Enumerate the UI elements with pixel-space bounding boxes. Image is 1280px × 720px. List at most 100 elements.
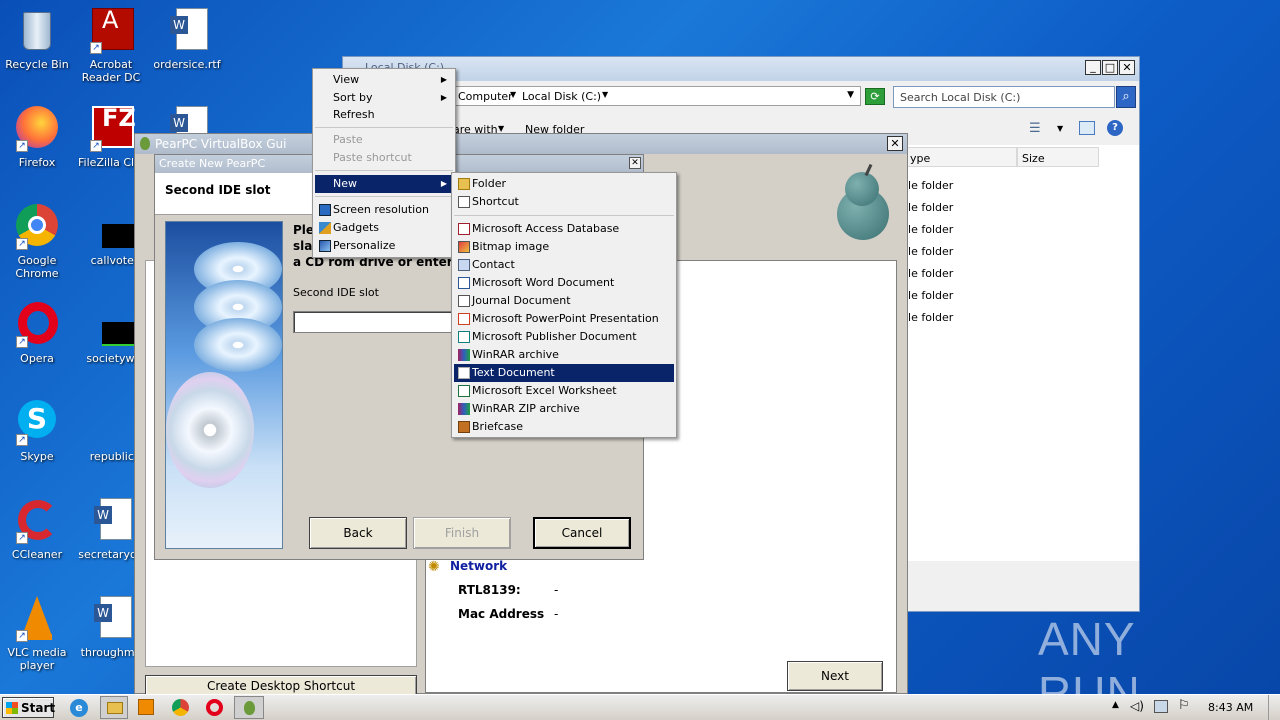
clock[interactable]: 8:43 AM — [1208, 701, 1253, 714]
show-desktop-button[interactable] — [1268, 695, 1280, 720]
help-icon[interactable]: ? — [1107, 120, 1123, 136]
menu-item-view[interactable]: View ▶ — [315, 71, 453, 89]
system-tray: ▲ ◁) ⚐ 8:43 AM — [1104, 695, 1280, 720]
column-header-size[interactable]: Size — [1017, 147, 1099, 167]
submenu-item-journal[interactable]: Journal Document — [454, 292, 674, 310]
taskbar-pearpc-icon[interactable] — [234, 696, 264, 719]
submenu-item-shortcut[interactable]: Shortcut — [454, 193, 674, 211]
menu-item-sort-by[interactable]: Sort by ▶ — [315, 89, 453, 107]
desktop-icon-skype[interactable]: S ↗ Skype — [0, 400, 74, 463]
view-options-icon[interactable]: ☰ — [1029, 121, 1041, 136]
column-header-type[interactable]: ype — [905, 147, 1017, 167]
journal-icon — [458, 295, 470, 307]
search-field[interactable]: Search Local Disk (C:) — [893, 86, 1115, 108]
table-row[interactable]: ile folder — [905, 201, 953, 214]
maximize-button[interactable]: □ — [1102, 60, 1118, 75]
desktop-icon-firefox[interactable]: ↗ Firefox — [0, 106, 74, 169]
personalize-icon — [319, 240, 331, 252]
menu-item-new[interactable]: New ▶ — [315, 175, 453, 193]
chevron-down-icon[interactable]: ▼ — [510, 90, 516, 99]
mac-address-label: Mac Address — [458, 607, 545, 621]
submenu-item-winrar-zip[interactable]: WinRAR ZIP archive — [454, 400, 674, 418]
close-button[interactable]: ✕ — [629, 157, 641, 169]
menu-item-label: Paste shortcut — [333, 151, 412, 164]
table-row[interactable]: ile folder — [905, 311, 953, 324]
filezilla-icon: FZ ↗ — [88, 106, 136, 152]
table-row[interactable]: ile folder — [905, 223, 953, 236]
preview-pane-icon[interactable] — [1079, 121, 1095, 135]
submenu-item-bitmap[interactable]: Bitmap image — [454, 238, 674, 256]
desktop-icon-vlc[interactable]: ↗ VLC media player — [0, 596, 74, 672]
submenu-item-publisher[interactable]: Microsoft Publisher Document — [454, 328, 674, 346]
taskbar-opera-icon[interactable] — [206, 699, 223, 716]
network-heading: Network — [450, 559, 508, 573]
gadgets-icon — [319, 222, 331, 234]
vlc-icon: ↗ — [14, 596, 60, 642]
breadcrumb-local-disk[interactable]: Local Disk (C:) — [522, 90, 601, 103]
windows-logo-icon — [6, 702, 18, 714]
taskbar: Start e ▲ ◁) ⚐ 8:43 AM — [0, 694, 1280, 720]
table-row[interactable]: ile folder — [905, 289, 953, 302]
chevron-down-icon[interactable]: ▼ — [498, 124, 504, 133]
table-row[interactable]: ile folder — [905, 179, 953, 192]
back-button[interactable]: Back — [309, 517, 407, 549]
desktop-icon-chrome[interactable]: ↗ Google Chrome — [0, 204, 74, 280]
minimize-button[interactable]: _ — [1085, 60, 1101, 75]
start-button[interactable]: Start — [2, 697, 55, 718]
submenu-item-excel[interactable]: Microsoft Excel Worksheet — [454, 382, 674, 400]
submenu-item-access-database[interactable]: Microsoft Access Database — [454, 220, 674, 238]
desktop-icon-ccleaner[interactable]: ↗ CCleaner — [0, 498, 74, 561]
cancel-button[interactable]: Cancel — [533, 517, 631, 549]
menu-item-gadgets[interactable]: Gadgets — [315, 219, 453, 237]
breadcrumb-computer[interactable]: Computer — [458, 90, 513, 103]
taskbar-explorer-icon[interactable] — [100, 696, 128, 719]
table-row[interactable]: ile folder — [905, 267, 953, 280]
submenu-item-briefcase[interactable]: Briefcase — [454, 418, 674, 436]
chevron-down-icon[interactable]: ▼ — [1057, 124, 1063, 133]
word-document-icon: W — [164, 8, 210, 54]
submenu-item-powerpoint[interactable]: Microsoft PowerPoint Presentation — [454, 310, 674, 328]
taskbar-ie-icon[interactable]: e — [70, 699, 88, 717]
table-row[interactable]: ile folder — [905, 245, 953, 258]
submenu-item-folder[interactable]: Folder — [454, 175, 674, 193]
taskbar-media-player-icon[interactable] — [138, 699, 154, 715]
search-icon[interactable]: ⌕ — [1116, 86, 1136, 108]
mac-address-value: - — [554, 607, 559, 621]
close-button[interactable]: ✕ — [887, 136, 903, 151]
next-button[interactable]: Next — [787, 661, 883, 691]
desktop-icon-acrobat[interactable]: A ↗ Acrobat Reader DC — [74, 8, 148, 84]
ide-slot-input[interactable] — [293, 311, 455, 333]
history-dropdown-icon[interactable]: ▼ — [847, 90, 854, 100]
menu-item-screen-resolution[interactable]: Screen resolution — [315, 201, 453, 219]
file-list: ype Size ile folder ile folder ile folde… — [905, 145, 1139, 561]
desktop-icon-ordersice[interactable]: W ordersice.rtf — [150, 8, 224, 71]
finish-button[interactable]: Finish — [413, 517, 511, 549]
submenu-item-contact[interactable]: Contact — [454, 256, 674, 274]
cd-disc-icon — [166, 372, 254, 488]
address-bar[interactable]: Computer ▼ Local Disk (C:) ▼ ▼ — [451, 86, 861, 106]
volume-icon[interactable]: ◁) — [1130, 699, 1144, 713]
menu-item-personalize[interactable]: Personalize — [315, 237, 453, 255]
chevron-down-icon[interactable]: ▼ — [602, 90, 608, 99]
anyrun-watermark: ANY RUN — [1038, 612, 1238, 719]
excel-icon — [458, 385, 470, 397]
submenu-item-text-document[interactable]: Text Document — [454, 364, 674, 382]
close-button[interactable]: ✕ — [1119, 60, 1135, 75]
opera-icon: ↗ — [14, 302, 60, 348]
taskbar-chrome-icon[interactable] — [172, 699, 189, 716]
menu-item-label: Refresh — [333, 108, 375, 121]
submenu-item-winrar[interactable]: WinRAR archive — [454, 346, 674, 364]
submenu-item-word-document[interactable]: Microsoft Word Document — [454, 274, 674, 292]
refresh-icon[interactable]: ⟳ — [865, 88, 885, 105]
menu-item-label: Text Document — [472, 366, 555, 379]
action-center-flag-icon[interactable]: ⚐ — [1178, 698, 1190, 713]
menu-item-paste[interactable]: Paste — [315, 131, 453, 149]
menu-item-paste-shortcut[interactable]: Paste shortcut — [315, 149, 453, 167]
button-label: Back — [343, 526, 373, 540]
desktop-icon-recycle-bin[interactable]: Recycle Bin — [0, 8, 74, 71]
menu-item-refresh[interactable]: Refresh — [315, 106, 453, 124]
desktop-icon-opera[interactable]: ↗ Opera — [0, 302, 74, 365]
show-hidden-icons-icon[interactable]: ▲ — [1112, 700, 1119, 710]
desktop-icon-label: Google Chrome — [15, 254, 59, 280]
network-icon[interactable] — [1154, 700, 1168, 713]
